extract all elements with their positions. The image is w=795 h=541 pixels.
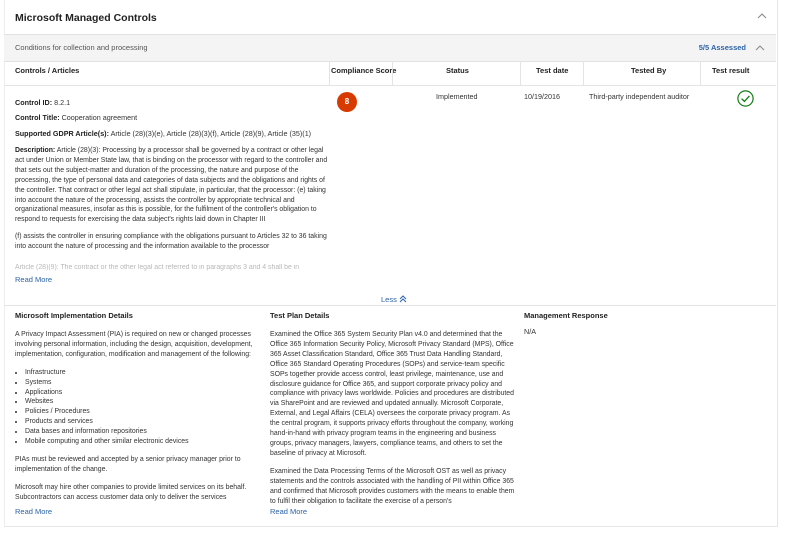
list-item: Policies / Procedures: [25, 407, 260, 417]
check-circle-icon: [737, 90, 754, 107]
control-title-row: Control Title: Cooperation agreement: [15, 113, 137, 123]
section-title: Microsoft Managed Controls: [15, 12, 157, 24]
assessed-count: 5/5 Assessed: [698, 43, 746, 52]
col-header-status: Status: [446, 66, 469, 75]
test-plan-title: Test Plan Details: [270, 311, 330, 320]
test-date-value: 10/19/2016: [524, 92, 560, 101]
impl-read-more-link[interactable]: Read More: [15, 507, 52, 516]
col-divider: [583, 62, 584, 86]
col-header-test-result: Test result: [712, 66, 750, 75]
control-id-row: Control ID: 8.2.1: [15, 98, 70, 108]
description-read-more-link[interactable]: Read More: [15, 275, 52, 284]
control-id-value: 8.2.1: [54, 98, 71, 107]
section-collapse-chevron-up-icon[interactable]: [757, 12, 767, 20]
gdpr-articles-label: Supported GDPR Article(s):: [15, 129, 109, 138]
control-title-label: Control Title:: [15, 113, 60, 122]
list-item: Applications: [25, 388, 260, 398]
col-divider: [392, 62, 393, 86]
tested-by-value: Third-party independent auditor: [589, 92, 690, 101]
less-label: Less: [381, 295, 397, 304]
test-plan-paragraph-1: Examined the Office 365 System Security …: [270, 331, 514, 457]
list-item: Data bases and information repositories: [25, 427, 260, 437]
description-text: Article (28)(3): Processing by a process…: [15, 147, 328, 224]
impl-list: Infrastructure Systems Applications Webs…: [15, 368, 260, 447]
description-block: Description: Article (28)(3): Processing…: [15, 146, 329, 252]
control-id-label: Control ID:: [15, 98, 53, 107]
description-paragraph-2: (f) assists the controller in ensuring c…: [15, 233, 327, 251]
header-divider: [4, 85, 776, 86]
col-divider: [329, 62, 330, 86]
col-header-compliance-score: Compliance Score: [331, 66, 397, 75]
status-value: Implemented: [436, 92, 478, 101]
list-item: Products and services: [25, 417, 260, 427]
mgmt-response-title: Management Response: [524, 311, 608, 320]
col-divider: [520, 62, 521, 86]
compliance-score-badge: 8: [337, 92, 357, 112]
col-divider: [700, 62, 701, 86]
impl-paragraph-3: Microsoft may hire other companies to pr…: [15, 483, 247, 501]
impl-paragraph-2: PIAs must be reviewed and accepted by a …: [15, 455, 241, 473]
mgmt-response-value: N/A: [524, 327, 536, 336]
col-header-test-date: Test date: [536, 66, 569, 75]
test-plan-body: Examined the Office 365 System Security …: [270, 330, 516, 507]
description-faded-text: Article (28)(9): The contract or the oth…: [15, 264, 300, 271]
less-toggle[interactable]: Less: [381, 295, 407, 304]
conditions-collapse-chevron-up-icon[interactable]: [755, 44, 765, 52]
gdpr-articles-value: Article (28)(3)(e), Article (28)(3)(f), …: [110, 129, 312, 138]
conditions-bar[interactable]: Conditions for collection and processing…: [4, 34, 776, 62]
description-label: Description:: [15, 147, 56, 154]
test-plan-read-more-link[interactable]: Read More: [270, 507, 307, 516]
col-header-controls: Controls / Articles: [15, 66, 80, 75]
list-item: Systems: [25, 378, 260, 388]
list-item: Infrastructure: [25, 368, 260, 378]
details-divider: [4, 305, 776, 306]
impl-details-title: Microsoft Implementation Details: [15, 311, 133, 320]
conditions-label: Conditions for collection and processing: [15, 43, 148, 52]
impl-intro: A Privacy Impact Assessment (PIA) is req…: [15, 331, 253, 358]
list-item: Websites: [25, 397, 260, 407]
col-header-tested-by: Tested By: [631, 66, 667, 75]
gdpr-articles-row: Supported GDPR Article(s): Article (28)(…: [15, 129, 335, 139]
impl-details-body: A Privacy Impact Assessment (PIA) is req…: [15, 330, 260, 502]
description-paragraph: Description: Article (28)(3): Processing…: [15, 146, 329, 225]
list-item: Mobile computing and other similar elect…: [25, 437, 260, 447]
double-chevron-up-icon: [399, 295, 407, 303]
control-title-value: Cooperation agreement: [61, 113, 138, 122]
test-plan-paragraph-2: Examined the Data Processing Terms of th…: [270, 467, 515, 505]
